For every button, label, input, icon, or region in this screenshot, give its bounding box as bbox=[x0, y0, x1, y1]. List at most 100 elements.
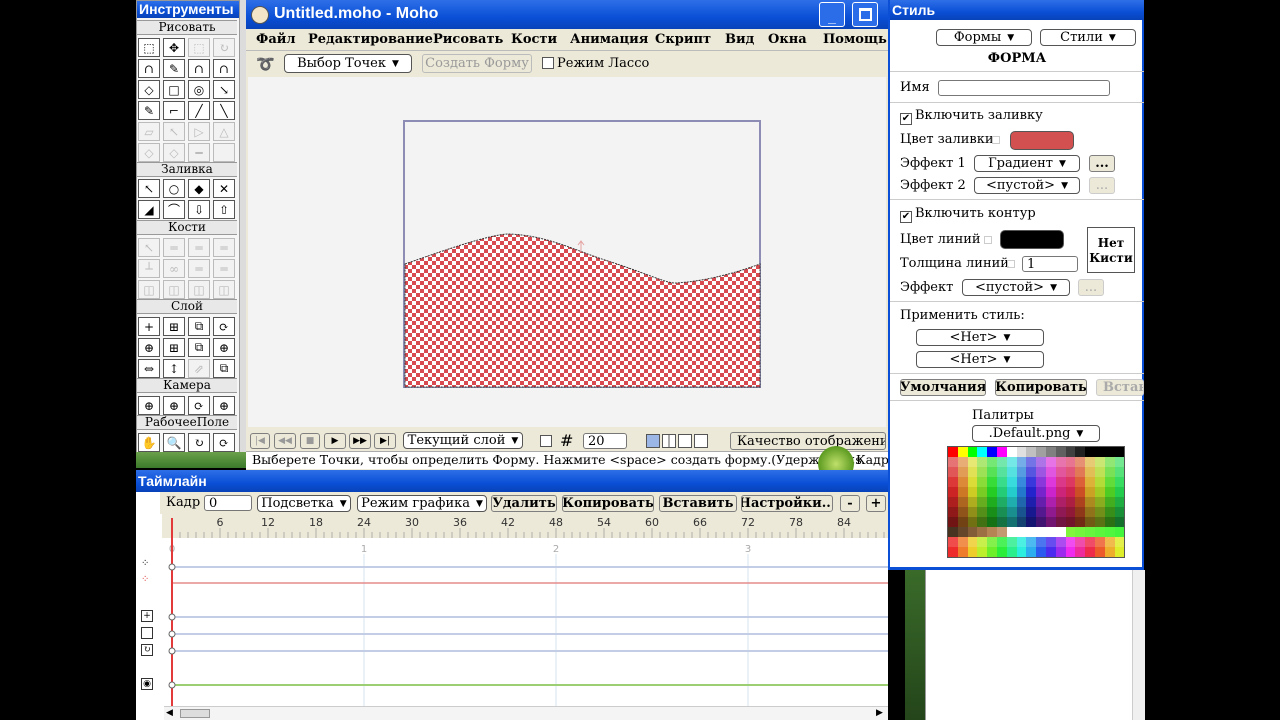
tool-button-icon[interactable]: ✎ bbox=[163, 59, 185, 78]
palette-swatch[interactable] bbox=[997, 517, 1007, 527]
palette-swatch[interactable] bbox=[1065, 487, 1076, 497]
palette-swatch[interactable] bbox=[1046, 477, 1056, 487]
menu-script[interactable]: Скрипт bbox=[655, 32, 711, 47]
brush-preview[interactable]: Нет Кисти bbox=[1087, 227, 1135, 273]
palette-swatch[interactable] bbox=[1095, 487, 1105, 497]
palette-swatch[interactable] bbox=[948, 517, 958, 527]
palette-swatch[interactable] bbox=[1085, 467, 1095, 477]
tool-button-icon[interactable]: ⊕ bbox=[138, 338, 160, 357]
tool-button-icon[interactable]: ⊕ bbox=[163, 396, 185, 415]
tool-button-icon[interactable]: ∞ bbox=[163, 259, 185, 278]
palette-swatch[interactable] bbox=[1104, 487, 1115, 497]
palette-swatch[interactable] bbox=[1095, 457, 1105, 467]
tool-button-icon[interactable]: ═ bbox=[163, 238, 185, 257]
palette-swatch[interactable] bbox=[987, 447, 997, 457]
palette-swatch[interactable] bbox=[1085, 447, 1095, 457]
palette-swatch[interactable] bbox=[1016, 507, 1027, 517]
palette-swatch[interactable] bbox=[1046, 457, 1056, 467]
shape-name-input[interactable] bbox=[938, 80, 1110, 96]
palette-swatch[interactable] bbox=[1006, 517, 1017, 527]
tool-button-icon[interactable]: ◆ bbox=[188, 179, 210, 198]
palette-swatch[interactable] bbox=[977, 497, 988, 507]
palette-swatch[interactable] bbox=[977, 537, 988, 547]
color-palette[interactable] bbox=[947, 446, 1125, 558]
palette-swatch[interactable] bbox=[967, 517, 978, 527]
stop-button[interactable]: ■ bbox=[300, 433, 320, 449]
palette-swatch[interactable] bbox=[1114, 547, 1125, 557]
palette-swatch[interactable] bbox=[1065, 547, 1076, 557]
palette-swatch[interactable] bbox=[1016, 457, 1027, 467]
tool-button-icon[interactable]: ◎ bbox=[188, 80, 210, 99]
tool-button-icon[interactable]: ↕ bbox=[163, 359, 185, 378]
graph-mode-dropdown[interactable]: Режим графика ▼ bbox=[357, 495, 487, 512]
enable-line-checkbox[interactable]: ✔ Включить контур bbox=[900, 206, 1036, 223]
palette-swatch[interactable] bbox=[967, 547, 978, 557]
lasso-mode-checkbox[interactable]: Режим Лассо bbox=[542, 56, 649, 71]
menu-draw[interactable]: Рисовать bbox=[433, 32, 503, 47]
palette-swatch[interactable] bbox=[957, 447, 968, 457]
tool-button-icon[interactable]: ⟳ bbox=[188, 396, 210, 415]
palette-swatch[interactable] bbox=[1114, 487, 1125, 497]
palette-swatch[interactable] bbox=[948, 447, 958, 457]
palette-swatch[interactable] bbox=[1055, 547, 1066, 557]
tool-button-icon[interactable]: ⇔ bbox=[138, 359, 160, 378]
tool-button-icon[interactable] bbox=[213, 143, 235, 162]
tool-button-icon[interactable]: □ bbox=[163, 80, 185, 99]
palette-swatch[interactable] bbox=[1085, 477, 1095, 487]
palette-swatch[interactable] bbox=[948, 487, 958, 497]
palette-swatch[interactable] bbox=[1095, 517, 1105, 527]
palette-swatch[interactable] bbox=[1036, 527, 1046, 537]
palette-swatch[interactable] bbox=[1026, 457, 1037, 467]
palette-swatch[interactable] bbox=[1006, 477, 1017, 487]
palette-swatch[interactable] bbox=[1085, 537, 1095, 547]
tool-button-icon[interactable]: ↘ bbox=[213, 80, 235, 99]
palette-swatch[interactable] bbox=[1104, 457, 1115, 467]
palette-swatch[interactable] bbox=[1055, 467, 1066, 477]
palette-swatch[interactable] bbox=[1075, 457, 1086, 467]
palette-swatch[interactable] bbox=[987, 527, 997, 537]
palette-swatch[interactable] bbox=[977, 507, 988, 517]
tool-button-icon[interactable]: ═ bbox=[188, 259, 210, 278]
palette-swatch[interactable] bbox=[1006, 497, 1017, 507]
effect2-dropdown[interactable]: <пустой> ▼ bbox=[974, 177, 1080, 194]
tool-button-icon[interactable]: ∩ bbox=[138, 59, 160, 78]
palette-swatch[interactable] bbox=[1006, 537, 1017, 547]
view-single-icon[interactable] bbox=[646, 434, 660, 448]
tool-button-icon[interactable]: ◫ bbox=[213, 280, 235, 299]
palette-swatch[interactable] bbox=[1055, 507, 1066, 517]
effect2-settings-button[interactable]: ... bbox=[1089, 177, 1115, 194]
palette-swatch[interactable] bbox=[1036, 467, 1046, 477]
display-quality-button[interactable]: Качество отображения bbox=[730, 432, 886, 450]
palette-swatch[interactable] bbox=[1114, 477, 1125, 487]
palette-swatch[interactable] bbox=[1046, 547, 1056, 557]
tool-button-icon[interactable]: ◫ bbox=[163, 280, 185, 299]
palette-swatch[interactable] bbox=[1075, 487, 1086, 497]
zoom-out-button[interactable]: - bbox=[840, 495, 860, 512]
palette-swatch[interactable] bbox=[1104, 547, 1115, 557]
tool-button-icon[interactable]: ↖ bbox=[138, 179, 160, 198]
tool-button-icon[interactable]: ⧉ bbox=[188, 317, 210, 336]
palette-swatch[interactable] bbox=[1114, 527, 1125, 537]
tool-button-icon[interactable]: ═ bbox=[213, 259, 235, 278]
palette-swatch[interactable] bbox=[1046, 487, 1056, 497]
palette-swatch[interactable] bbox=[957, 457, 968, 467]
tool-button-icon[interactable]: ✕ bbox=[213, 179, 235, 198]
tool-button-icon[interactable]: ✋ bbox=[138, 433, 160, 452]
palette-swatch[interactable] bbox=[1046, 537, 1056, 547]
palette-swatch[interactable] bbox=[1026, 527, 1037, 537]
palette-swatch[interactable] bbox=[948, 477, 958, 487]
palette-swatch[interactable] bbox=[1016, 477, 1027, 487]
tool-button-icon[interactable]: ╱ bbox=[188, 101, 210, 120]
tool-button-icon[interactable]: ═ bbox=[188, 238, 210, 257]
tool-button-icon[interactable]: ⊕ bbox=[138, 396, 160, 415]
palette-swatch[interactable] bbox=[1026, 517, 1037, 527]
palette-swatch[interactable] bbox=[987, 477, 997, 487]
palette-swatch[interactable] bbox=[1006, 447, 1017, 457]
timeline-settings-button[interactable]: Настройки... bbox=[741, 495, 833, 512]
palette-swatch[interactable] bbox=[1016, 547, 1027, 557]
tool-button-icon[interactable]: ⧉ bbox=[213, 359, 235, 378]
palette-swatch[interactable] bbox=[957, 497, 968, 507]
palette-swatch[interactable] bbox=[1114, 517, 1125, 527]
palette-swatch[interactable] bbox=[957, 547, 968, 557]
tool-button-icon[interactable]: ◇ bbox=[138, 80, 160, 99]
